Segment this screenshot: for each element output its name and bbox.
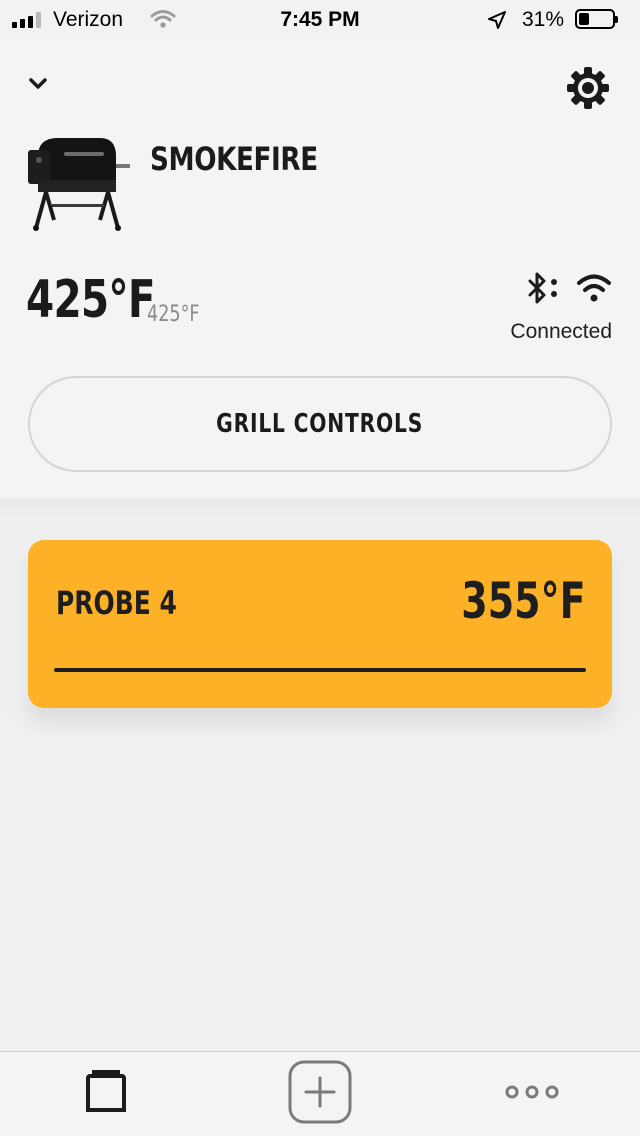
battery-icon bbox=[575, 9, 618, 29]
connection-icons bbox=[524, 268, 614, 308]
tab-more[interactable] bbox=[500, 1062, 564, 1126]
grill-controls-button[interactable]: GRILL CONTROLS bbox=[28, 376, 612, 472]
probe-list: PROBE 4 355°F bbox=[0, 498, 640, 1051]
tab-cooks[interactable] bbox=[74, 1062, 138, 1126]
probe-card[interactable]: PROBE 4 355°F bbox=[28, 540, 612, 708]
chevron-down-icon bbox=[24, 78, 54, 100]
status-bar: Verizon 7:45 PM 31% bbox=[0, 0, 640, 40]
probe-temperature: 355°F bbox=[461, 572, 586, 630]
cards-icon bbox=[84, 1068, 128, 1120]
tab-add[interactable] bbox=[288, 1060, 352, 1128]
connection-status: Connected bbox=[510, 320, 612, 343]
grill-controls-label: GRILL CONTROLS bbox=[216, 409, 424, 439]
probe-name: PROBE 4 bbox=[56, 584, 177, 622]
more-icon bbox=[502, 1082, 562, 1106]
probe-progress-bar bbox=[54, 668, 586, 672]
collapse-button[interactable] bbox=[24, 72, 54, 96]
tab-bar bbox=[0, 1051, 640, 1136]
grill-summary: SMOKEFIRE 425°F 425°F Connected GRILL CO… bbox=[0, 40, 640, 498]
current-temperature: 425°F bbox=[26, 270, 156, 330]
settings-button[interactable] bbox=[564, 64, 612, 112]
app-screen: Verizon 7:45 PM 31% SMOKEFIRE 425°F 425°… bbox=[0, 0, 640, 1136]
bluetooth-icon bbox=[524, 272, 564, 310]
grill-image bbox=[24, 130, 132, 232]
add-icon bbox=[288, 1060, 352, 1128]
gear-icon bbox=[564, 67, 612, 116]
target-temperature: 425°F bbox=[147, 302, 200, 327]
location-arrow-icon bbox=[487, 10, 507, 36]
battery-percent: 31% bbox=[522, 8, 565, 31]
grill-name: SMOKEFIRE bbox=[150, 140, 318, 178]
wifi-icon bbox=[576, 272, 612, 308]
probe-progress-fill bbox=[54, 668, 586, 672]
